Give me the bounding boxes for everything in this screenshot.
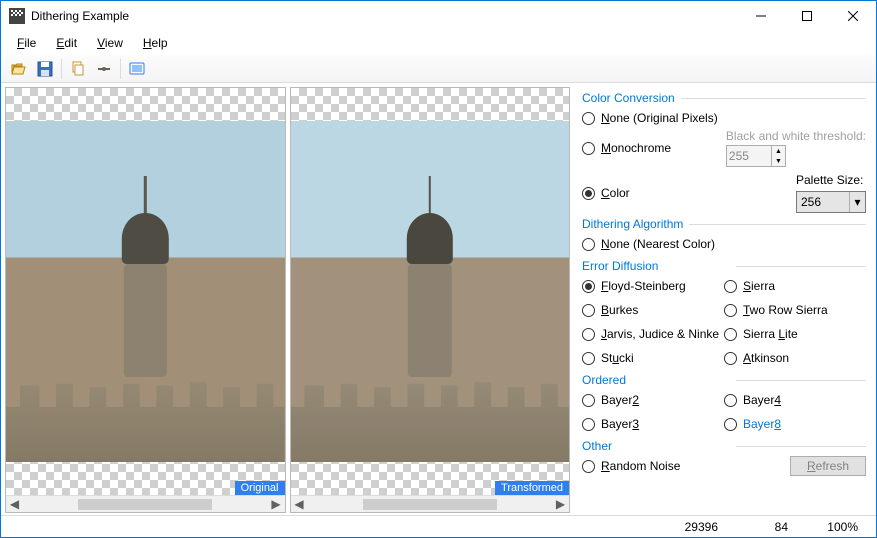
- original-canvas[interactable]: Original: [6, 88, 285, 495]
- group-dither-algorithm: Dithering Algorithm: [582, 217, 866, 231]
- menu-bar: File Edit View Help: [1, 31, 876, 55]
- save-button[interactable]: [33, 57, 57, 81]
- threshold-spinner: ▲▼: [726, 145, 786, 167]
- original-badge: Original: [235, 481, 285, 495]
- radio-color[interactable]: Color: [601, 186, 630, 200]
- scroll-left-icon[interactable]: ◀: [291, 496, 308, 513]
- refresh-button[interactable]: Refresh: [790, 456, 866, 476]
- radio-atkinson[interactable]: Atkinson: [724, 347, 866, 369]
- main-area: Original ◀ ▶ Transformed ◀: [1, 83, 876, 515]
- group-ordered: Ordered: [582, 373, 866, 387]
- menu-view[interactable]: View: [89, 34, 131, 52]
- radio-bayer8[interactable]: Bayer8: [724, 413, 866, 435]
- radio-none-original[interactable]: None (Original Pixels): [582, 107, 866, 129]
- radio-icon: [582, 418, 595, 431]
- menu-file[interactable]: File: [9, 34, 44, 52]
- toolbar: [1, 55, 876, 83]
- scrollbar-thumb[interactable]: [363, 499, 497, 510]
- palette-size-combo[interactable]: 256 ▾: [796, 191, 866, 213]
- radio-icon: [582, 394, 595, 407]
- toolbar-separator: [120, 59, 121, 79]
- threshold-input: [727, 146, 771, 166]
- radio-icon: [582, 328, 595, 341]
- radio-icon: [724, 304, 737, 317]
- view-reset-button[interactable]: [125, 57, 149, 81]
- scroll-left-icon[interactable]: ◀: [6, 496, 23, 513]
- transformed-preview: Transformed ◀ ▶: [290, 87, 571, 513]
- radio-monochrome[interactable]: Monochrome: [601, 141, 671, 155]
- app-icon: [9, 8, 25, 24]
- radio-icon: [582, 142, 595, 155]
- radio-icon: [582, 112, 595, 125]
- castle-dome: [394, 172, 466, 377]
- open-button[interactable]: [7, 57, 31, 81]
- castle-dome: [109, 172, 181, 377]
- radio-stucki[interactable]: Stucki: [582, 347, 724, 369]
- transformed-image: [291, 121, 570, 463]
- radio-icon: [582, 352, 595, 365]
- chevron-down-icon: ▾: [849, 192, 865, 212]
- paste-button[interactable]: [92, 57, 116, 81]
- title-bar: Dithering Example: [1, 1, 876, 31]
- scroll-right-icon[interactable]: ▶: [268, 496, 285, 513]
- menu-help[interactable]: Help: [135, 34, 176, 52]
- radio-icon: [582, 238, 595, 251]
- radio-bayer3[interactable]: Bayer3: [582, 413, 724, 435]
- palette-size-value: 256: [797, 195, 849, 209]
- preview-area: Original ◀ ▶ Transformed ◀: [1, 83, 574, 515]
- threshold-label: Black and white threshold:: [726, 129, 866, 143]
- radio-floyd-steinberg[interactable]: Floyd-Steinberg: [582, 275, 724, 297]
- radio-random-noise[interactable]: Random Noise: [601, 459, 680, 473]
- original-preview: Original ◀ ▶: [5, 87, 286, 513]
- group-error-diffusion: Error Diffusion: [582, 259, 866, 273]
- castle-wall: [291, 377, 570, 462]
- radio-icon: [724, 418, 737, 431]
- radio-alg-none[interactable]: None (Nearest Color): [582, 233, 866, 255]
- scrollbar-thumb[interactable]: [78, 499, 212, 510]
- toolbar-separator: [61, 59, 62, 79]
- status-value-2: 84: [728, 520, 798, 534]
- menu-edit[interactable]: Edit: [48, 34, 85, 52]
- radio-bayer4[interactable]: Bayer4: [724, 389, 866, 411]
- palette-size-label: Palette Size:: [796, 173, 866, 187]
- radio-bayer2[interactable]: Bayer2: [582, 389, 724, 411]
- spin-down-icon: ▼: [772, 156, 785, 166]
- radio-icon: [582, 280, 595, 293]
- radio-icon: [582, 187, 595, 200]
- radio-icon: [724, 280, 737, 293]
- spin-up-icon: ▲: [772, 146, 785, 156]
- original-image: [6, 121, 285, 463]
- transformed-scrollbar[interactable]: ◀ ▶: [291, 495, 570, 512]
- original-scrollbar[interactable]: ◀ ▶: [6, 495, 285, 512]
- radio-jjn[interactable]: Jarvis, Judice & Ninke: [582, 323, 724, 345]
- radio-icon: [724, 328, 737, 341]
- status-value-1: 29396: [618, 520, 728, 534]
- radio-burkes[interactable]: Burkes: [582, 299, 724, 321]
- radio-icon: [582, 304, 595, 317]
- radio-two-row-sierra[interactable]: Two Row Sierra: [724, 299, 866, 321]
- options-panel: Color Conversion None (Original Pixels) …: [574, 83, 876, 515]
- window-buttons: [738, 1, 876, 31]
- radio-icon: [582, 460, 595, 473]
- radio-icon: [724, 352, 737, 365]
- status-bar: 29396 84 100%: [1, 515, 876, 537]
- status-zoom: 100%: [798, 520, 868, 534]
- window-title: Dithering Example: [31, 9, 738, 23]
- transformed-badge: Transformed: [495, 481, 569, 495]
- radio-icon: [724, 394, 737, 407]
- maximize-button[interactable]: [784, 1, 830, 31]
- group-color-conversion: Color Conversion: [582, 91, 866, 105]
- close-button[interactable]: [830, 1, 876, 31]
- radio-sierra-lite[interactable]: Sierra Lite: [724, 323, 866, 345]
- minimize-button[interactable]: [738, 1, 784, 31]
- group-other: Other: [582, 439, 866, 453]
- castle-wall: [6, 377, 285, 462]
- scroll-right-icon[interactable]: ▶: [552, 496, 569, 513]
- radio-sierra[interactable]: Sierra: [724, 275, 866, 297]
- transformed-canvas[interactable]: Transformed: [291, 88, 570, 495]
- copy-button[interactable]: [66, 57, 90, 81]
